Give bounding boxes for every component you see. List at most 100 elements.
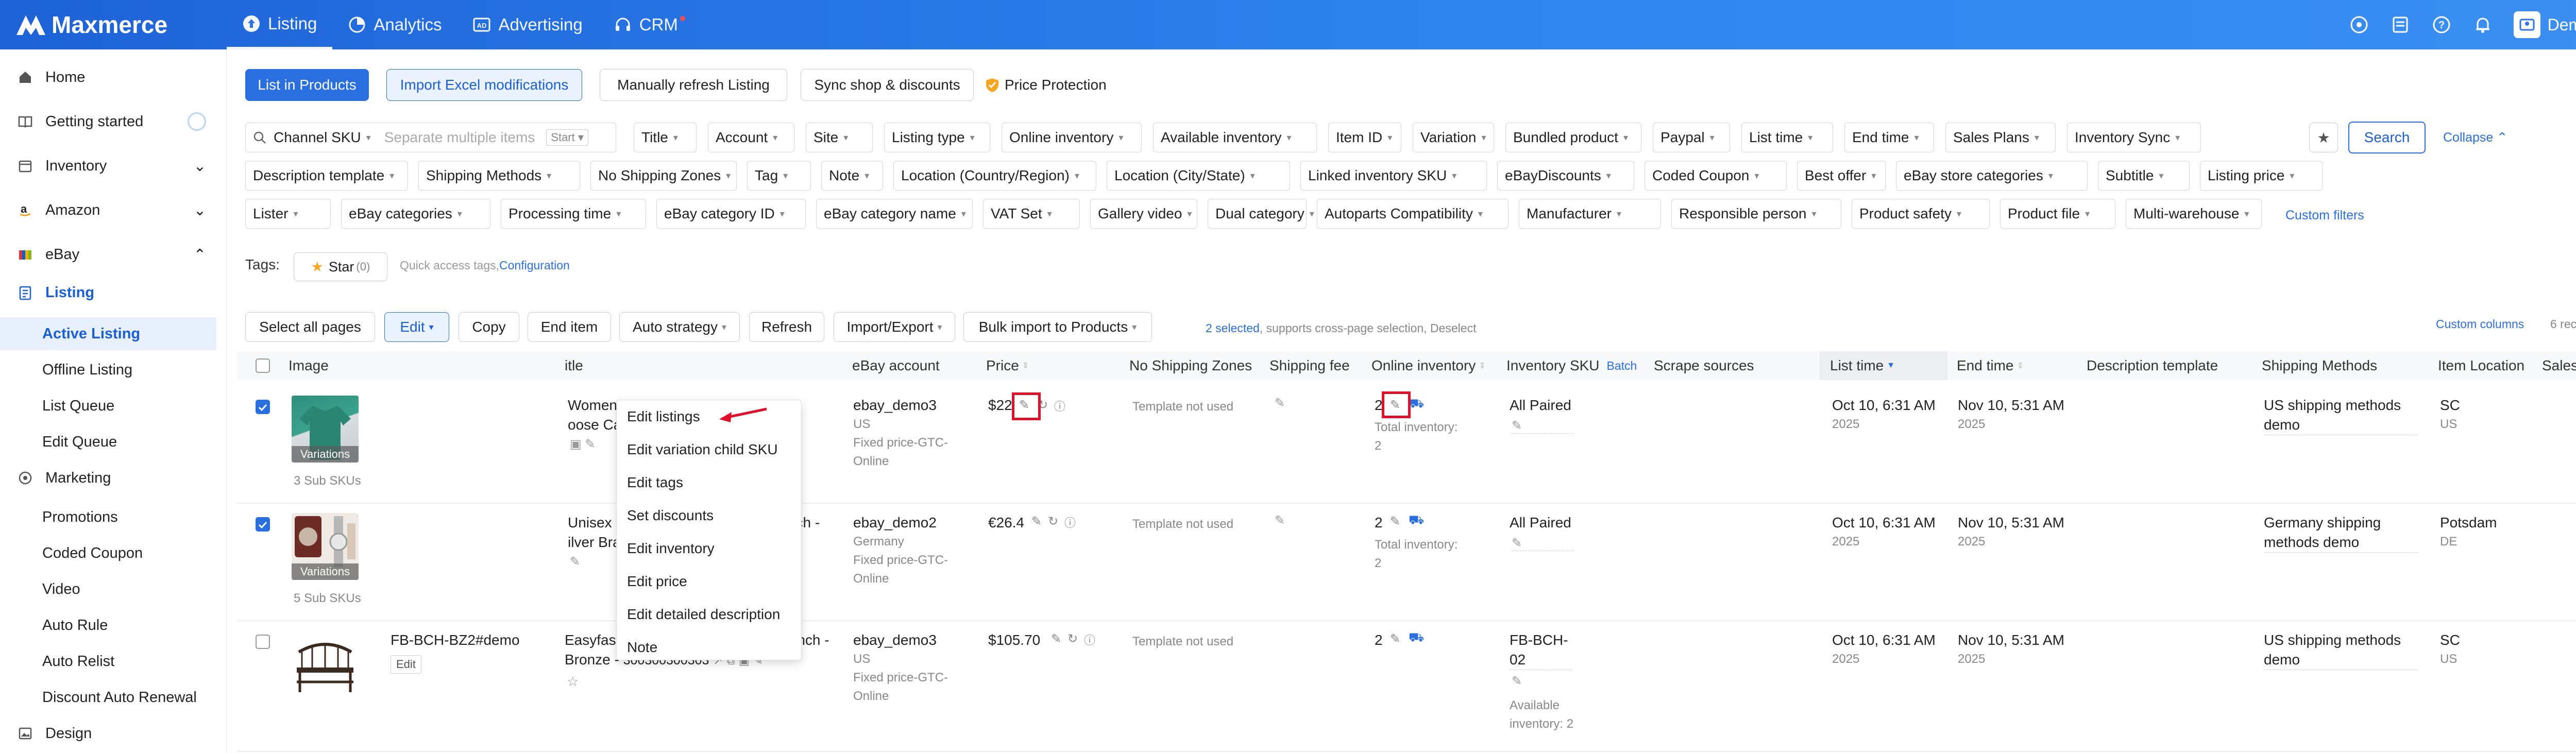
filter-autoparts-compatibility[interactable]: Autoparts Compatibility ▾ <box>1317 199 1509 229</box>
app-logo[interactable]: Maxmerce <box>0 11 227 39</box>
sidebar-item-discount-auto-renewal[interactable]: Discount Auto Renewal <box>0 681 216 714</box>
sub-skus-count[interactable]: 3 Sub SKUs <box>294 472 361 490</box>
filter-bundled-product[interactable]: Bundled product ▾ <box>1505 123 1641 152</box>
end-item-button[interactable]: End item <box>528 312 611 342</box>
sidebar-item-home[interactable]: Home <box>0 61 216 94</box>
edit-pencil-icon[interactable]: ✎ <box>1031 514 1042 529</box>
filter-location-country-region[interactable]: Location (Country/Region) ▾ <box>893 161 1096 191</box>
filter-site[interactable]: Site ▾ <box>806 123 873 152</box>
refresh-button[interactable]: Refresh <box>749 312 824 342</box>
sub-skus-count[interactable]: 5 Sub SKUs <box>294 589 361 608</box>
product-thumbnail[interactable]: Variations <box>292 513 359 580</box>
row-checkbox[interactable] <box>256 635 270 649</box>
menu-item-set-discounts[interactable]: Set discounts <box>617 499 801 532</box>
sidebar-item-auto-relist[interactable]: Auto Relist <box>0 645 216 678</box>
edit-pencil-icon[interactable]: ✎ <box>1390 631 1400 646</box>
sidebar-item-auto-rule[interactable]: Auto Rule <box>0 609 216 642</box>
filter-lister[interactable]: Lister ▾ <box>245 199 331 229</box>
star-tag-button[interactable]: ★ Star (0) <box>294 252 387 281</box>
topnav-listing[interactable]: Listing <box>227 0 333 49</box>
filter-ebay-category-id[interactable]: eBay category ID ▾ <box>656 199 806 229</box>
list-in-products-button[interactable]: List in Products <box>245 69 369 101</box>
filter-inventory-sync[interactable]: Inventory Sync ▾ <box>2067 123 2201 152</box>
filter-no-shipping-zones[interactable]: No Shipping Zones ▾ <box>590 161 737 191</box>
filter-note[interactable]: Note ▾ <box>821 161 883 191</box>
filter-listing-price[interactable]: Listing price ▾ <box>2200 161 2323 191</box>
filter-best-offer[interactable]: Best offer ▾ <box>1797 161 1886 191</box>
sidebar-item-video[interactable]: Video <box>0 573 216 606</box>
filter-subtitle[interactable]: Subtitle ▾ <box>2098 161 2190 191</box>
bell-icon[interactable] <box>2472 14 2493 35</box>
refresh-icon[interactable]: ↻ <box>1048 514 1058 529</box>
search-button[interactable]: Search <box>2348 122 2426 153</box>
sidebar-item-design[interactable]: Design <box>0 717 216 750</box>
filter-online-inventory[interactable]: Online inventory ▾ <box>1002 123 1142 152</box>
filter-gallery-video[interactable]: Gallery video ▾ <box>1090 199 1197 229</box>
menu-item-edit-detailed-description[interactable]: Edit detailed description <box>617 598 801 631</box>
filter-linked-inventory-sku[interactable]: Linked inventory SKU ▾ <box>1300 161 1487 191</box>
sku-edit-button[interactable]: Edit <box>391 655 421 674</box>
settings-icon[interactable] <box>2349 14 2369 35</box>
filter-available-inventory[interactable]: Available inventory ▾ <box>1153 123 1317 152</box>
topnav-crm[interactable]: CRM <box>598 0 701 49</box>
manual-refresh-button[interactable]: Manually refresh Listing <box>600 69 787 101</box>
edit-pencil-icon[interactable]: ✎ <box>585 437 595 451</box>
collapse-link[interactable]: Collapse ⌃ <box>2443 130 2507 145</box>
sidebar-item-amazon[interactable]: a Amazon ⌄ <box>0 194 216 227</box>
filter-end-time[interactable]: End time ▾ <box>1844 123 1934 152</box>
filter-sales-plans[interactable]: Sales Plans ▾ <box>1945 123 2056 152</box>
auto-strategy-button[interactable]: Auto strategy ▾ <box>619 312 740 342</box>
filter-multi-warehouse[interactable]: Multi-warehouse ▾ <box>2126 199 2262 229</box>
deselect-link[interactable]: Deselect <box>1430 321 1476 335</box>
edit-pencil-icon[interactable]: ✎ <box>1051 631 1061 646</box>
star-filter-button[interactable]: ★ <box>2309 123 2338 152</box>
topnav-analytics[interactable]: Analytics <box>332 0 457 49</box>
filter-vat-set[interactable]: VAT Set ▾ <box>983 199 1080 229</box>
menu-item-edit-inventory[interactable]: Edit inventory <box>617 532 801 565</box>
info-icon[interactable]: ⓘ <box>1064 514 1076 530</box>
filter-ebay-category-name[interactable]: eBay category name ▾ <box>816 199 973 229</box>
configuration-link[interactable]: Configuration <box>499 259 570 272</box>
filter-responsible-person[interactable]: Responsible person ▾ <box>1671 199 1841 229</box>
sidebar-item-ebay[interactable]: eBay ⌃ <box>0 238 216 271</box>
sync-shop-button[interactable]: Sync shop & discounts <box>801 69 974 101</box>
menu-item-edit-variation-child-sku[interactable]: Edit variation child SKU <box>617 433 801 466</box>
shipping-method-value[interactable]: Germany shipping methods demo <box>2264 513 2418 553</box>
col-online-inventory[interactable]: Online inventory ⇕ <box>1371 351 1486 380</box>
user-menu[interactable]: Demo ▾ <box>2513 11 2576 38</box>
filter-product-file[interactable]: Product file ▾ <box>2000 199 2115 229</box>
select-all-pages-button[interactable]: Select all pages <box>245 312 375 342</box>
sidebar-item-edit-queue[interactable]: Edit Queue <box>0 425 216 458</box>
custom-columns-link[interactable]: Custom columns <box>2436 317 2524 331</box>
sidebar-item-offline-listing[interactable]: Offline Listing <box>0 353 216 386</box>
inventory-sku-value[interactable]: FB-BCH- 02 <box>1510 630 1571 670</box>
warehouse-icon[interactable]: ⛟ <box>1409 630 1424 646</box>
menu-item-note[interactable]: Note <box>617 631 801 664</box>
shipping-fee-edit-icon[interactable]: ✎ <box>1275 396 1285 410</box>
start-match-select[interactable]: Start ▾ <box>546 129 588 146</box>
sidebar-item-list-queue[interactable]: List Queue <box>0 389 216 422</box>
menu-item-edit-tags[interactable]: Edit tags <box>617 466 801 499</box>
info-icon[interactable]: ⓘ <box>1054 398 1065 414</box>
filter-coded-coupon[interactable]: Coded Coupon ▾ <box>1645 161 1787 191</box>
shipping-fee-edit-icon[interactable]: ✎ <box>1275 513 1285 528</box>
import-excel-button[interactable]: Import Excel modifications <box>386 69 582 101</box>
filter-listing-type[interactable]: Listing type ▾ <box>884 123 990 152</box>
filter-product-safety[interactable]: Product safety ▾ <box>1852 199 1990 229</box>
col-list-time[interactable]: List time ▼ <box>1830 351 1895 380</box>
edit-pencil-icon[interactable]: ✎ <box>570 554 580 569</box>
inventory-sku-edit-icon[interactable]: ✎ <box>1512 536 1573 551</box>
filter-manufacturer[interactable]: Manufacturer ▾ <box>1519 199 1661 229</box>
warehouse-icon[interactable]: ⛟ <box>1409 513 1424 528</box>
filter-account[interactable]: Account ▾ <box>708 123 794 152</box>
sidebar-item-coded-coupon[interactable]: Coded Coupon <box>0 537 216 570</box>
sidebar-item-promotions[interactable]: Promotions <box>0 501 216 534</box>
topnav-advertising[interactable]: AD Advertising <box>457 0 598 49</box>
select-all-checkbox[interactable] <box>256 358 270 373</box>
bulk-import-button[interactable]: Bulk import to Products ▾ <box>963 312 1152 342</box>
batch-link[interactable]: Batch <box>1607 359 1637 373</box>
filter-shipping-methods[interactable]: Shipping Methods ▾ <box>418 161 580 191</box>
sidebar-item-listing[interactable]: Listing <box>0 276 216 309</box>
warehouse-icon[interactable]: ⛟ <box>1409 397 1424 412</box>
sidebar-item-inventory[interactable]: Inventory ⌄ <box>0 149 216 182</box>
